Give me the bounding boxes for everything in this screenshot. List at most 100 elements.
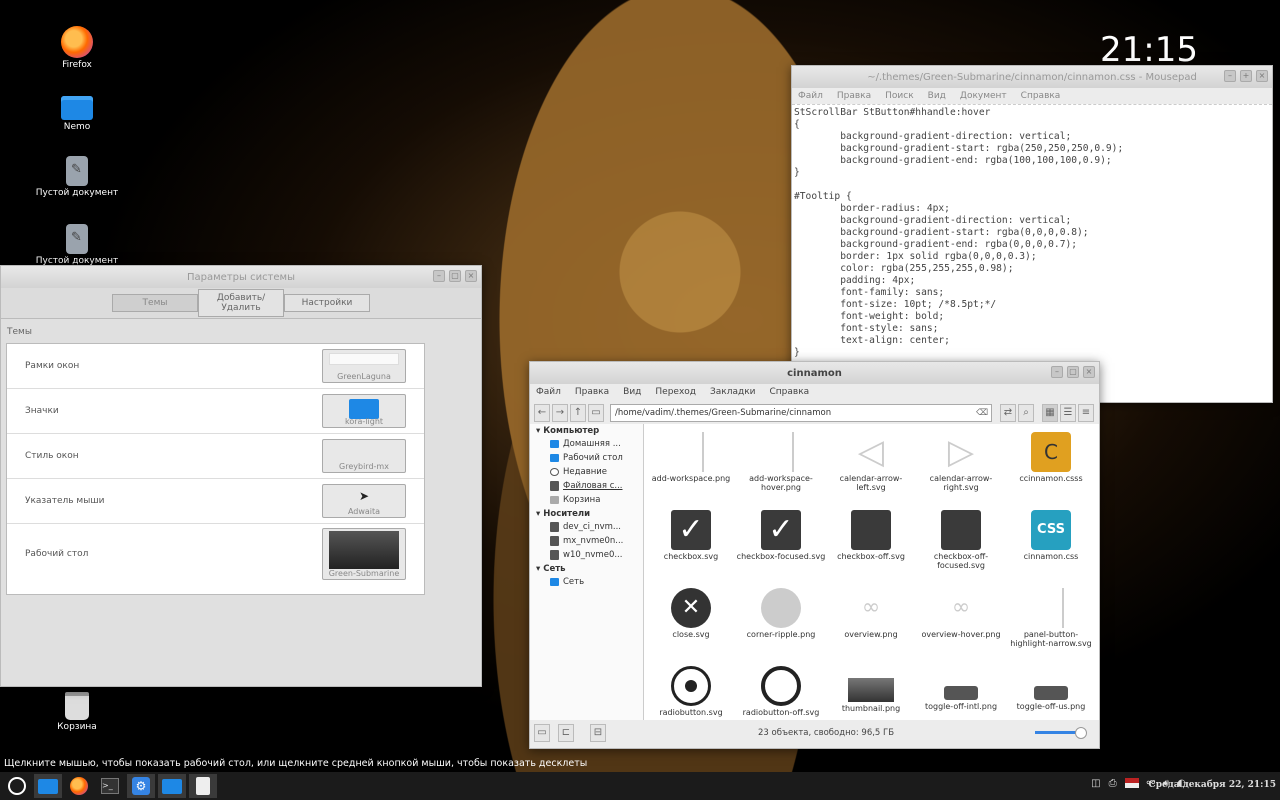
sidebar-item-device[interactable]: mx_nvme0n... [530, 534, 643, 548]
menu-bookmarks[interactable]: Закладки [710, 387, 756, 397]
gear-icon: ⚙ [132, 777, 150, 795]
menu-search[interactable]: Поиск [885, 91, 914, 101]
file-item[interactable]: radiobutton-off.svg [736, 666, 826, 720]
list-view-button[interactable]: ☰ [1060, 404, 1076, 422]
sidebar-section-devices[interactable]: ▾ Носители [530, 507, 643, 520]
zoom-slider[interactable] [1035, 727, 1087, 739]
desktop-icon-trash[interactable]: Корзина [27, 692, 127, 732]
taskbar-nemo[interactable] [158, 774, 186, 798]
file-icon [851, 510, 891, 550]
tab-themes[interactable]: Темы [112, 294, 198, 312]
menu-edit[interactable]: Правка [575, 387, 609, 397]
code-editor[interactable]: StScrollBar StButton#hhandle:hover { bac… [792, 104, 1272, 361]
printer-icon[interactable]: ⎙ [1109, 778, 1117, 789]
sidebar-item-home[interactable]: Домашняя ... [530, 437, 643, 451]
maximize-button[interactable]: + [1240, 70, 1252, 82]
file-item[interactable]: checkbox-off.svg [826, 510, 916, 584]
clear-icon[interactable]: ⌫ [976, 405, 988, 421]
menu-document[interactable]: Документ [960, 91, 1007, 101]
theme-preview-button[interactable]: kora-light [322, 394, 406, 428]
search-button[interactable]: ⌕ [1018, 404, 1034, 422]
theme-preview-button[interactable]: Greybird-mx [322, 439, 406, 473]
file-item[interactable]: panel-button-highlight-narrow.svg [1006, 588, 1096, 662]
menu-file[interactable]: Файл [798, 91, 823, 101]
compact-view-button[interactable]: ≡ [1078, 404, 1094, 422]
maximize-button[interactable]: ▢ [449, 270, 461, 282]
taskbar-clock[interactable]: Среда декабря 22, 21:15 [1149, 780, 1276, 790]
maximize-button[interactable]: ▢ [1067, 366, 1079, 378]
file-item[interactable]: checkbox-off-focused.svg [916, 510, 1006, 584]
file-item[interactable]: corner-ripple.png [736, 588, 826, 662]
file-item[interactable]: ∞ overview-hover.png [916, 588, 1006, 662]
file-icon [761, 666, 801, 706]
show-tree-button[interactable]: ⊏ [558, 724, 574, 742]
file-item[interactable]: add-workspace-hover.png [736, 432, 826, 506]
file-item[interactable]: Cccinnamon.csss [1006, 432, 1096, 506]
file-item[interactable]: ✕ close.svg [646, 588, 736, 662]
toggle-location-button[interactable]: ⇄ [1000, 404, 1016, 422]
file-item[interactable]: ◁ calendar-arrow-left.svg [826, 432, 916, 506]
menu-help[interactable]: Справка [1021, 91, 1061, 101]
sidebar-item-device[interactable]: w10_nvme0... [530, 548, 643, 562]
menu-button[interactable] [3, 774, 31, 798]
file-item[interactable]: add-workspace.png [646, 432, 736, 506]
taskbar-mousepad[interactable] [189, 774, 217, 798]
minimize-button[interactable]: – [1051, 366, 1063, 378]
file-item[interactable]: toggle-off-intl.png [916, 666, 1006, 720]
file-item[interactable]: ✓ checkbox.svg [646, 510, 736, 584]
theme-preview-button[interactable]: ➤ Adwaita [322, 484, 406, 518]
theme-preview-button[interactable]: Green-Submarine [322, 528, 406, 580]
tab-settings[interactable]: Настройки [284, 294, 370, 312]
desktop-icon-nemo[interactable]: Nemo [27, 90, 127, 132]
file-item[interactable]: ✓ checkbox-focused.svg [736, 510, 826, 584]
taskbar-files[interactable] [34, 774, 62, 798]
forward-button[interactable]: → [552, 404, 568, 422]
sidebar-item-network[interactable]: Сеть [530, 575, 643, 589]
path-input[interactable]: /home/vadim/.themes/Green-Submarine/cinn… [610, 404, 992, 422]
menu-edit[interactable]: Правка [837, 91, 871, 101]
computer-button[interactable]: ▭ [588, 404, 604, 422]
file-item[interactable]: toggle-off-us.png [1006, 666, 1096, 720]
theme-preview-button[interactable]: GreenLaguna [322, 349, 406, 383]
minimize-button[interactable]: – [1224, 70, 1236, 82]
menu-file[interactable]: Файл [536, 387, 561, 397]
file-item[interactable]: ▷ calendar-arrow-right.svg [916, 432, 1006, 506]
sidebar-item-desktop[interactable]: Рабочий стол [530, 451, 643, 465]
menu-help[interactable]: Справка [770, 387, 810, 397]
close-button[interactable]: × [465, 270, 477, 282]
menu-view[interactable]: Вид [623, 387, 641, 397]
file-item[interactable]: ∞ overview.png [826, 588, 916, 662]
show-places-button[interactable]: ▭ [534, 724, 550, 742]
back-button[interactable]: ← [534, 404, 550, 422]
icon-view-button[interactable]: ▦ [1042, 404, 1058, 422]
settings-titlebar[interactable]: Параметры системы – ▢ × [1, 266, 481, 288]
file-icon [678, 432, 704, 472]
close-button[interactable]: × [1256, 70, 1268, 82]
close-button[interactable]: × [1083, 366, 1095, 378]
nemo-titlebar[interactable]: cinnamon – ▢ × [530, 362, 1099, 384]
taskbar-terminal[interactable]: >_ [96, 774, 124, 798]
menu-go[interactable]: Переход [655, 387, 696, 397]
file-item[interactable]: radiobutton.svg [646, 666, 736, 720]
tab-add-remove[interactable]: Добавить/Удалить [198, 289, 284, 317]
sidebar-item-device[interactable]: dev_ci_nvm... [530, 520, 643, 534]
menu-view[interactable]: Вид [928, 91, 946, 101]
desktop-icon-firefox[interactable]: Firefox [27, 26, 127, 70]
minimize-button[interactable]: – [433, 270, 445, 282]
taskbar-firefox[interactable] [65, 774, 93, 798]
file-item[interactable]: thumbnail.png [826, 666, 916, 720]
sidebar-item-trash[interactable]: Корзина [530, 493, 643, 507]
keyboard-layout-icon[interactable] [1124, 778, 1139, 788]
desktop-icon-document-2[interactable]: Пустой документ [27, 224, 127, 266]
sidebar-section-computer[interactable]: ▾ Компьютер [530, 424, 643, 437]
sidebar-section-network[interactable]: ▾ Сеть [530, 562, 643, 575]
screenshot-icon[interactable]: ◫ [1091, 778, 1100, 789]
sidebar-item-recent[interactable]: Недавние [530, 465, 643, 479]
up-button[interactable]: ↑ [570, 404, 586, 422]
file-item[interactable]: CSS cinnamon.css [1006, 510, 1096, 584]
sidebar-item-filesystem[interactable]: Файловая с... [530, 479, 643, 493]
mousepad-titlebar[interactable]: ~/.themes/Green-Submarine/cinnamon/cinna… [792, 66, 1272, 88]
desktop-icon-document[interactable]: Пустой документ [27, 156, 127, 198]
hide-sidebar-button[interactable]: ⊟ [590, 724, 606, 742]
taskbar-settings[interactable]: ⚙ [127, 774, 155, 798]
